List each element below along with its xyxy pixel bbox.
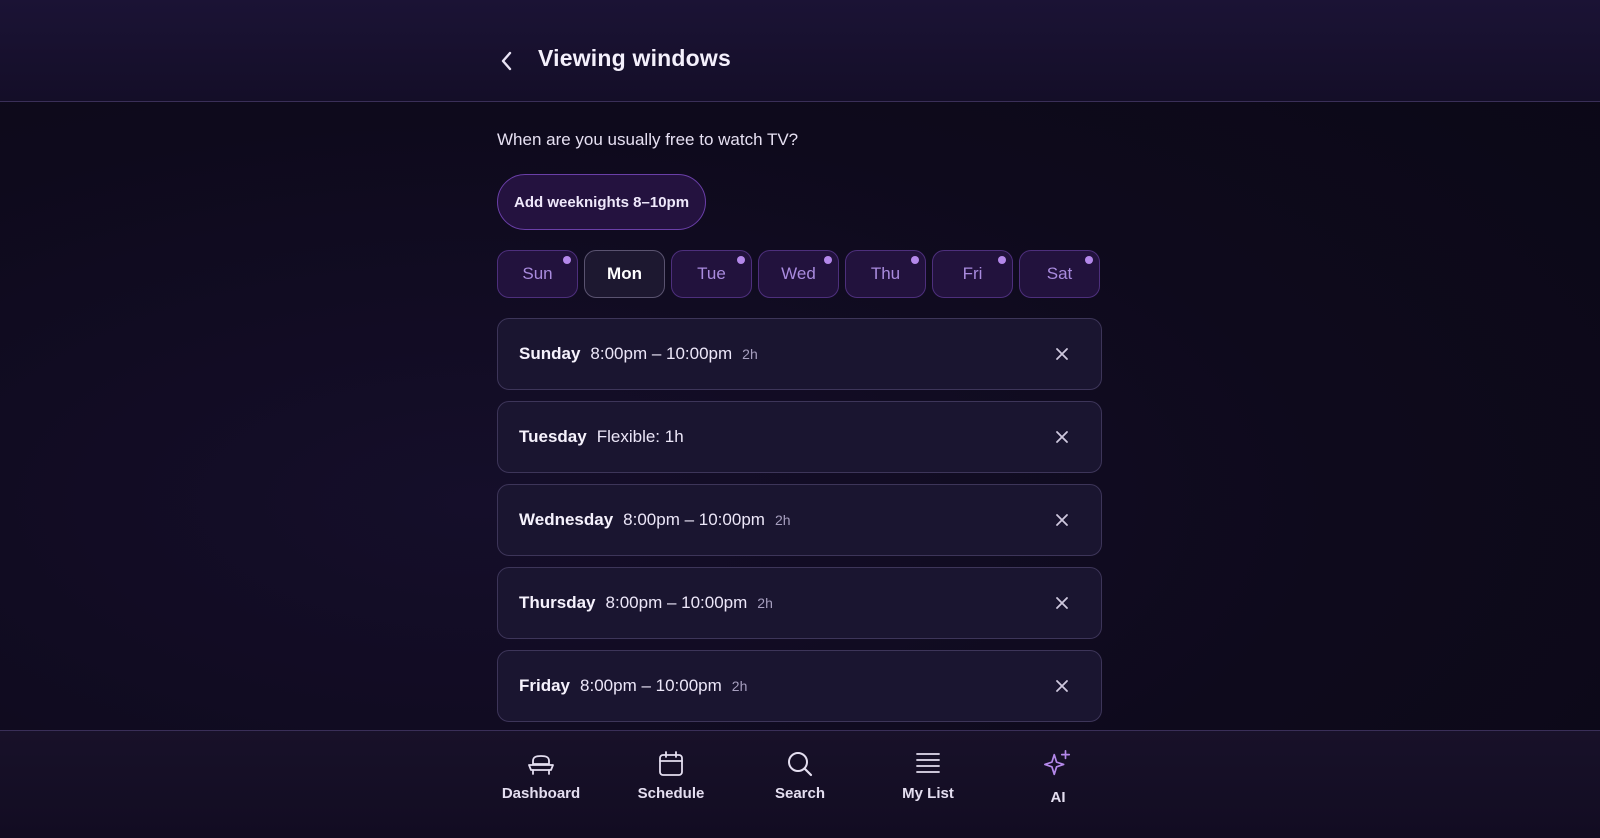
nav-label: Schedule: [637, 785, 705, 802]
window-duration: 2h: [774, 512, 791, 528]
nav-item-search[interactable]: Search: [745, 749, 855, 813]
app-root: Viewing windows When are you usually fre…: [0, 0, 1600, 838]
page-title: Viewing windows: [538, 45, 731, 71]
nav-item-ai[interactable]: AI: [1003, 749, 1113, 813]
viewing-window-row: Sunday 8:00pm – 10:00pm 2h: [497, 318, 1102, 390]
close-icon: [1056, 514, 1068, 526]
day-chip-sun[interactable]: Sun: [497, 250, 578, 298]
close-icon: [1056, 348, 1068, 360]
day-chip-label: Fri: [962, 264, 983, 283]
remove-window-button[interactable]: [1051, 675, 1073, 697]
window-indicator-dot: [737, 256, 745, 264]
window-indicator-dot: [563, 256, 571, 264]
chevron-left-icon: [501, 51, 512, 71]
window-day: Tuesday: [519, 427, 587, 446]
window-time: 8:00pm – 10:00pm: [605, 593, 748, 612]
bottom-nav: Dashboard Schedule Search My List AI: [0, 730, 1600, 838]
window-time: 8:00pm – 10:00pm: [590, 344, 733, 363]
window-duration: 2h: [742, 346, 758, 362]
calendar-icon: [656, 749, 686, 779]
nav-item-dashboard[interactable]: Dashboard: [486, 749, 596, 813]
window-day: Wednesday: [519, 510, 614, 529]
window-day: Sunday: [519, 344, 581, 363]
day-chip-tue[interactable]: Tue: [671, 250, 752, 298]
viewing-window-row: Friday 8:00pm – 10:00pm 2h: [497, 650, 1102, 722]
day-chip-mon[interactable]: Mon: [584, 250, 665, 298]
back-button[interactable]: [492, 46, 522, 76]
window-indicator-dot: [1085, 256, 1093, 264]
window-indicator-dot: [998, 256, 1006, 264]
window-time: Flexible: 1h: [596, 427, 684, 446]
day-chip-label: Wed: [781, 264, 816, 283]
add-weeknights-button[interactable]: Add weeknights 8–10pm: [497, 174, 707, 230]
day-chip-fri[interactable]: Fri: [932, 250, 1013, 298]
remove-window-button[interactable]: [1051, 343, 1073, 365]
window-time: 8:00pm – 10:00pm: [623, 510, 765, 529]
remove-window-button[interactable]: [1051, 426, 1073, 448]
window-day: Friday: [519, 676, 571, 695]
couch-icon: [526, 749, 556, 779]
day-chip-wed[interactable]: Wed: [758, 250, 839, 298]
nav-item-schedule[interactable]: Schedule: [616, 749, 726, 813]
sparkles-icon: [1043, 749, 1073, 779]
day-chip-label: Thu: [870, 264, 901, 283]
day-chip-sat[interactable]: Sat: [1019, 250, 1100, 298]
viewing-window-row: Wednesday 8:00pm – 10:00pm 2h: [497, 484, 1102, 556]
day-chip-thu[interactable]: Thu: [845, 250, 926, 298]
day-chip-label: Mon: [607, 264, 642, 283]
day-chip-label: Sun: [522, 264, 553, 283]
window-duration: 2h: [731, 678, 748, 694]
nav-item-my-list[interactable]: My List: [873, 749, 983, 813]
viewing-window-row: Tuesday Flexible: 1h: [497, 401, 1102, 473]
day-chip-label: Sat: [1046, 264, 1073, 283]
nav-label: My List: [902, 785, 954, 802]
window-indicator-dot: [824, 256, 832, 264]
window-duration: 2h: [757, 595, 773, 611]
search-icon: [785, 749, 815, 779]
viewing-window-row: Thursday 8:00pm – 10:00pm 2h: [497, 567, 1102, 639]
remove-window-button[interactable]: [1051, 509, 1073, 531]
nav-label: Dashboard: [501, 785, 581, 802]
nav-label: AI: [1050, 789, 1066, 806]
remove-window-button[interactable]: [1051, 592, 1073, 614]
close-icon: [1056, 431, 1068, 443]
question-text: When are you usually free to watch TV?: [497, 130, 799, 149]
list-icon: [913, 749, 943, 779]
header: Viewing windows: [0, 0, 1600, 102]
day-chip-row: Sun Mon Tue Wed Thu Fri Sat: [497, 250, 1100, 298]
nav-label: Search: [774, 785, 826, 802]
window-day: Thursday: [519, 593, 596, 612]
window-indicator-dot: [911, 256, 919, 264]
day-chip-label: Tue: [697, 264, 726, 283]
close-icon: [1056, 680, 1068, 692]
window-time: 8:00pm – 10:00pm: [580, 676, 722, 695]
close-icon: [1056, 597, 1068, 609]
